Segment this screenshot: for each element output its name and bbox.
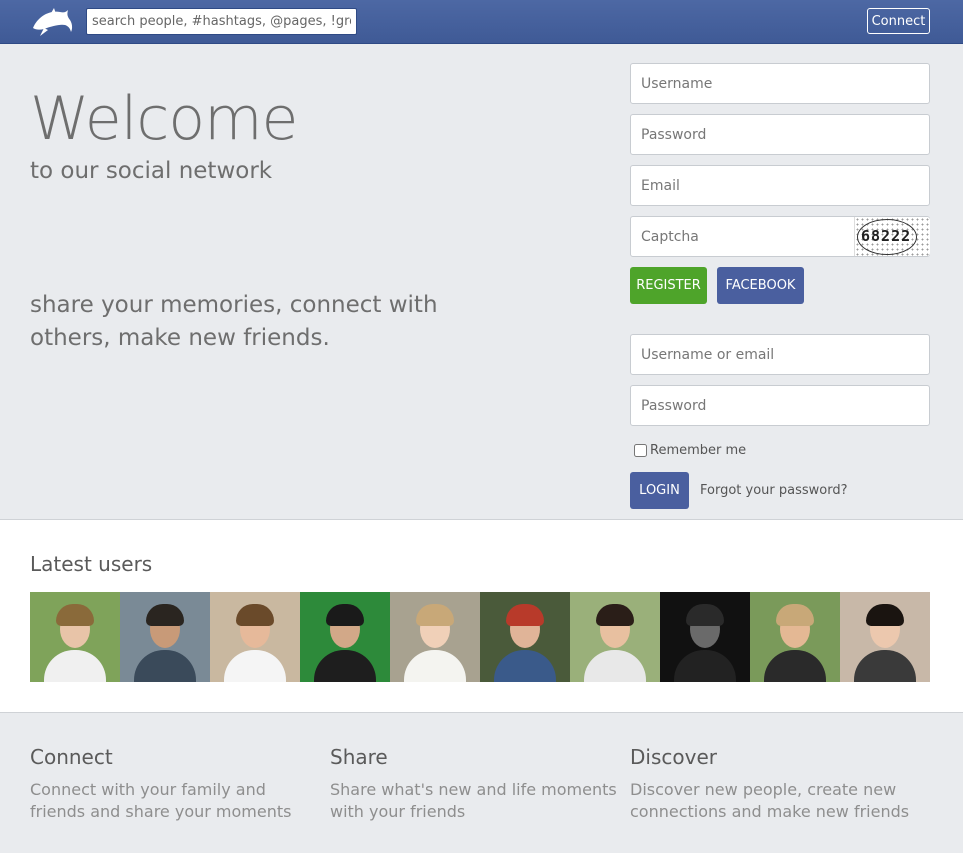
- feature-title: Share: [330, 745, 388, 769]
- tagline: share your memories, connect with others…: [30, 292, 438, 351]
- feature-connect: Connect Connect with your family and fri…: [30, 745, 320, 823]
- avatar-hair: [776, 604, 814, 626]
- avatar-body: [44, 650, 106, 682]
- feature-text: Share what's new and life moments with y…: [330, 780, 617, 821]
- user-avatar[interactable]: [30, 592, 120, 682]
- avatar-hair: [866, 604, 904, 626]
- page-subtitle: to our social network: [30, 158, 273, 184]
- avatar-body: [314, 650, 376, 682]
- user-avatar[interactable]: [660, 592, 750, 682]
- latest-users-list: [30, 592, 930, 682]
- avatar-hair: [326, 604, 364, 626]
- avatar-hair: [416, 604, 454, 626]
- avatar-hair: [56, 604, 94, 626]
- dolphin-logo-icon[interactable]: [30, 6, 74, 38]
- avatar-hair: [686, 604, 724, 626]
- captcha-code: 68222: [861, 227, 912, 245]
- remember-me-label: Remember me: [650, 443, 747, 458]
- register-username-input[interactable]: [630, 63, 930, 104]
- forgot-password-link[interactable]: Forgot your password?: [700, 483, 848, 498]
- feature-share: Share Share what's new and life moments …: [330, 745, 620, 823]
- avatar-hair: [596, 604, 634, 626]
- avatar-hair: [506, 604, 544, 626]
- feature-title: Connect: [30, 745, 113, 769]
- feature-text: Discover new people, create new connecti…: [630, 780, 910, 821]
- register-button[interactable]: REGISTER: [630, 267, 707, 304]
- remember-me[interactable]: Remember me: [634, 443, 746, 458]
- feature-discover: Discover Discover new people, create new…: [630, 745, 920, 823]
- user-avatar[interactable]: [570, 592, 660, 682]
- user-avatar[interactable]: [120, 592, 210, 682]
- user-avatar[interactable]: [750, 592, 840, 682]
- remember-me-checkbox[interactable]: [634, 444, 647, 457]
- login-username-input[interactable]: [630, 334, 930, 375]
- user-avatar[interactable]: [300, 592, 390, 682]
- avatar-body: [854, 650, 916, 682]
- latest-users-section: Latest users: [0, 520, 963, 713]
- avatar-body: [134, 650, 196, 682]
- avatar-hair: [236, 604, 274, 626]
- login-button[interactable]: LOGIN: [630, 472, 689, 509]
- latest-users-title: Latest users: [30, 552, 153, 576]
- avatar-body: [494, 650, 556, 682]
- top-bar: Connect: [0, 0, 963, 44]
- avatar-body: [584, 650, 646, 682]
- register-email-input[interactable]: [630, 165, 930, 206]
- register-password-input[interactable]: [630, 114, 930, 155]
- avatar-body: [674, 650, 736, 682]
- avatar-body: [224, 650, 286, 682]
- avatar-hair: [146, 604, 184, 626]
- captcha-image: 68222: [854, 217, 930, 256]
- user-avatar[interactable]: [390, 592, 480, 682]
- connect-button[interactable]: Connect: [867, 8, 930, 34]
- facebook-button[interactable]: FACEBOOK: [717, 267, 804, 304]
- avatar-body: [764, 650, 826, 682]
- avatar-body: [404, 650, 466, 682]
- user-avatar[interactable]: [210, 592, 300, 682]
- page-title: Welcome: [30, 84, 298, 154]
- user-avatar[interactable]: [480, 592, 570, 682]
- user-avatar[interactable]: [840, 592, 930, 682]
- search-input[interactable]: [86, 8, 357, 35]
- feature-text: Connect with your family and friends and…: [30, 780, 292, 821]
- login-password-input[interactable]: [630, 385, 930, 426]
- feature-title: Discover: [630, 745, 717, 769]
